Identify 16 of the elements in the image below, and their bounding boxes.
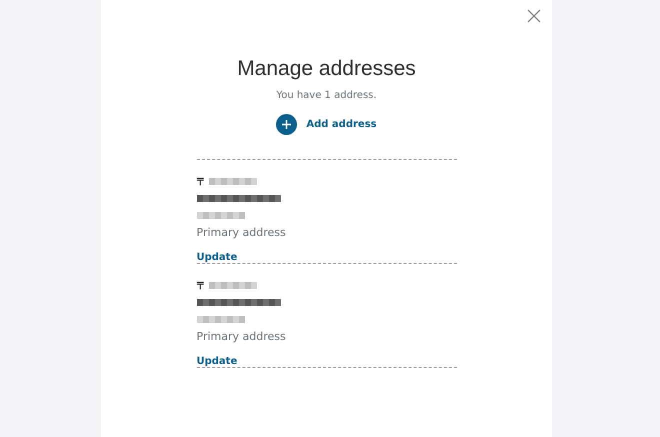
close-button[interactable] (527, 9, 541, 23)
redacted-text-drawing (196, 211, 244, 220)
redacted-text-drawing (196, 315, 244, 324)
address-label: Primary address (196, 330, 286, 343)
plus-icon (276, 114, 298, 135)
postal-mark: 〒 (196, 280, 206, 292)
update-link[interactable]: Update (196, 252, 238, 263)
update-link[interactable]: Update (196, 356, 238, 367)
redacted-text-drawing (208, 177, 256, 186)
dialog-title: Manage addresses (237, 57, 416, 81)
address-count: You have 1 address. (276, 90, 377, 101)
close-icon (527, 9, 541, 23)
redacted-text-drawing (208, 281, 256, 290)
address-label: Primary address (196, 226, 286, 239)
add-address-button[interactable]: Add address (276, 114, 377, 135)
postal-mark: 〒 (196, 176, 206, 188)
